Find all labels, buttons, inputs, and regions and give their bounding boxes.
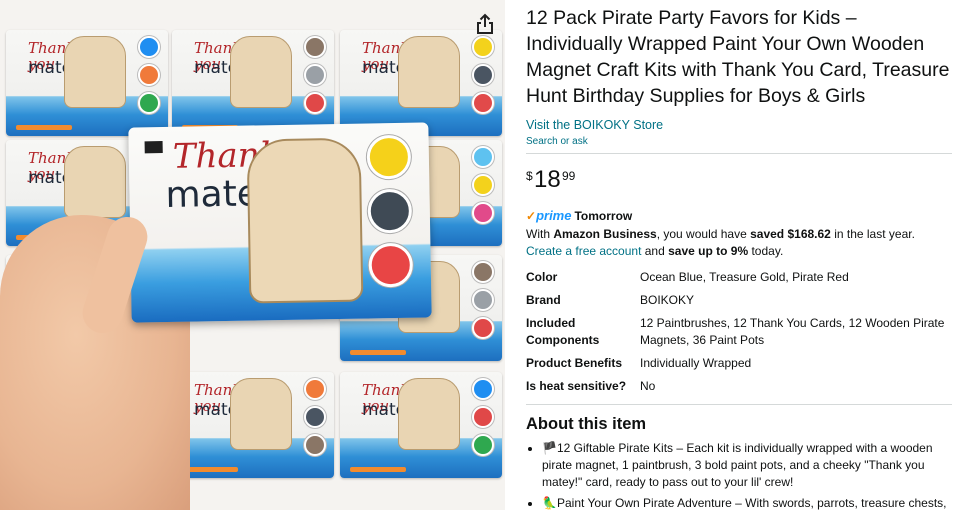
store-link[interactable]: Visit the BOIKOKY Store <box>526 118 952 132</box>
spec-value: Individually Wrapped <box>640 356 752 370</box>
paint-pot <box>472 378 494 400</box>
price-symbol: $ <box>526 169 533 183</box>
paint-pot <box>472 146 494 168</box>
spec-row: Is heat sensitive? No <box>526 378 952 401</box>
paint-pot <box>472 289 494 311</box>
price-whole: 18 <box>534 166 561 193</box>
paint-pot <box>304 92 326 114</box>
kit-card: Thank you matey! <box>172 30 334 136</box>
spec-row: Included Components 12 Paintbrushes, 12 … <box>526 315 952 355</box>
spec-key: Is heat sensitive? <box>526 379 627 393</box>
product-details: 12 Pack Pirate Party Favors for Kids – I… <box>526 0 952 516</box>
kit-card: Thank you matey! <box>340 30 502 136</box>
paint-pot <box>472 317 494 339</box>
pirate-flag-icon <box>144 141 163 154</box>
paint-pot <box>138 92 160 114</box>
paint-pot <box>304 36 326 58</box>
about-title: About this item <box>526 415 647 433</box>
paint-pot <box>472 406 494 428</box>
spec-value: No <box>640 379 656 393</box>
product-title: 12 Pack Pirate Party Favors for Kids – I… <box>526 7 950 107</box>
wooden-magnet <box>64 36 126 108</box>
paint-pot <box>472 174 494 196</box>
prime-logo: prime <box>536 208 572 223</box>
paint-pot <box>138 36 160 58</box>
product-specs: Color Ocean Blue, Treasure Gold, Pirate … <box>526 269 952 401</box>
paintbrush <box>350 350 406 355</box>
kit-card: Thank you matey! <box>6 30 168 136</box>
paint-pot <box>472 64 494 86</box>
business-text: in the last year. <box>830 227 915 241</box>
prime-check-icon: ✓ <box>526 209 537 223</box>
spec-row: Brand BOIKOKY <box>526 292 952 315</box>
spec-value: BOIKOKY <box>640 293 695 307</box>
paintbrush <box>182 467 238 472</box>
business-text: today. <box>748 244 784 258</box>
divider <box>526 404 952 405</box>
business-text: With <box>526 227 554 241</box>
paintbrush <box>350 467 406 472</box>
spec-row: Product Benefits Individually Wrapped <box>526 355 952 378</box>
prime-delivery: ✓prime Tomorrow <box>526 208 952 224</box>
paint-pot <box>138 64 160 86</box>
delivery-day: Tomorrow <box>574 209 633 223</box>
share-button[interactable] <box>474 12 496 36</box>
paint-pot <box>304 406 326 428</box>
paint-pot <box>472 261 494 283</box>
paint-pot <box>472 36 494 58</box>
business-text: and <box>641 244 669 258</box>
paint-pot <box>367 188 413 234</box>
paint-pot <box>366 134 412 180</box>
wooden-pirate-magnet <box>246 137 364 304</box>
kit-card: Thank you matey! <box>172 372 334 478</box>
spec-row: Color Ocean Blue, Treasure Gold, Pirate … <box>526 269 952 292</box>
price-fraction: 99 <box>562 169 576 183</box>
spec-value: 12 Paintbrushes, 12 Thank You Cards, 12 … <box>640 316 945 347</box>
spec-key: Product Benefits <box>526 356 623 370</box>
business-text: , you would have <box>656 227 751 241</box>
paint-pot <box>472 202 494 224</box>
share-icon <box>477 13 493 34</box>
paint-pot <box>472 434 494 456</box>
list-item: 🦜Paint Your Own Pirate Adventure – With … <box>542 495 952 512</box>
spec-key: Color <box>526 270 558 284</box>
bullet-text: Paint Your Own Pirate Adventure – With s… <box>557 496 947 510</box>
savings-percent: save up to 9% <box>668 244 749 258</box>
wooden-magnet <box>398 36 460 108</box>
spec-key: Included Components <box>526 316 600 347</box>
paint-pot <box>368 242 414 288</box>
search-ask-link[interactable]: Search or ask <box>526 136 952 147</box>
kit-card: Thank you matey! <box>340 372 502 478</box>
savings-amount: saved $168.62 <box>750 227 831 241</box>
list-item: 🏴12 Giftable Pirate Kits – Each kit is i… <box>542 440 952 491</box>
paint-pot <box>304 378 326 400</box>
wooden-magnet <box>398 378 460 450</box>
product-image[interactable]: Thank you matey! Thank you matey! Thank … <box>0 0 505 510</box>
paint-pot <box>472 92 494 114</box>
paintbrush <box>16 125 72 130</box>
paint-pot <box>304 64 326 86</box>
paint-pot <box>304 434 326 456</box>
wooden-magnet <box>230 378 292 450</box>
parrot-icon: 🦜 <box>542 496 557 510</box>
bullet-text: 12 Giftable Pirate Kits – Each kit is in… <box>542 441 933 489</box>
flag-icon: 🏴 <box>542 441 557 455</box>
business-text-bold: Amazon Business <box>553 227 657 241</box>
spec-value: Ocean Blue, Treasure Gold, Pirate Red <box>640 270 849 284</box>
price: $ 18 99 <box>526 166 952 194</box>
about-bullets: 🏴12 Giftable Pirate Kits – Each kit is i… <box>526 440 952 512</box>
divider <box>526 153 952 154</box>
featured-kit-card: Thank matey <box>128 122 432 323</box>
wooden-magnet <box>64 146 126 218</box>
spec-key: Brand <box>526 293 561 307</box>
wooden-magnet <box>230 36 292 108</box>
business-savings: With Amazon Business, you would have sav… <box>526 226 952 260</box>
create-account-link[interactable]: Create a free account <box>526 244 641 258</box>
